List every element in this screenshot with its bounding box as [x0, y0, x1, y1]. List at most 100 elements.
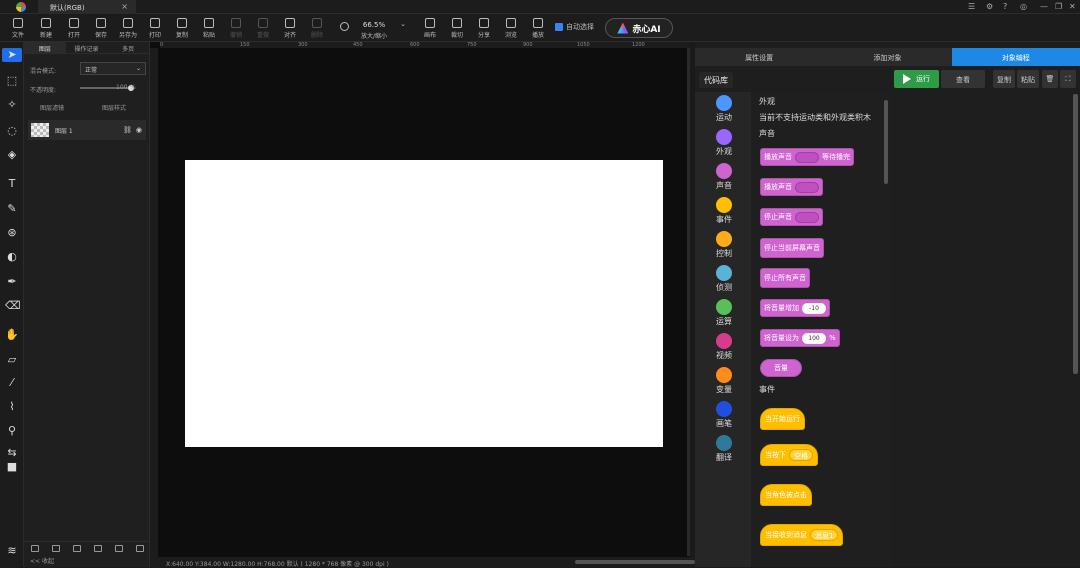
category-motion[interactable]: 运动 — [703, 95, 745, 123]
play-button[interactable]: 播放 — [526, 16, 550, 40]
fx-layer-icon[interactable] — [72, 545, 81, 552]
workspace-scrollbar[interactable] — [1073, 94, 1078, 374]
adjust-layer-icon[interactable] — [30, 545, 39, 552]
settings-icon[interactable]: ⚙ — [986, 2, 993, 11]
healing-tool-icon[interactable]: ⁄ — [5, 376, 19, 390]
event-block-receive-message[interactable]: 当接收到消息 消息1 — [760, 524, 844, 546]
fill-tool-icon[interactable]: ◈ — [5, 148, 19, 162]
copy-button[interactable]: 复制 — [170, 16, 194, 40]
group-layer-icon[interactable] — [114, 545, 123, 552]
sound-reporter-volume[interactable]: 音量 — [760, 359, 802, 377]
swap-colors-icon[interactable]: ⇆ — [5, 446, 19, 460]
paste-button[interactable]: 粘贴 — [197, 16, 221, 40]
code-workspace[interactable] — [891, 92, 1080, 567]
tab-history[interactable]: 操作记录 — [66, 42, 108, 53]
key-dropdown[interactable]: 空格 — [789, 449, 813, 461]
brush-tool-icon[interactable]: ✎ — [5, 202, 19, 216]
sound-dropdown[interactable] — [795, 211, 819, 223]
redo-button[interactable]: 重做 — [251, 16, 275, 40]
code-library-tab[interactable]: 代码库 — [699, 72, 733, 88]
sound-block-stop-all[interactable]: 停止所有声音 — [760, 268, 810, 288]
print-button[interactable]: 打印 — [143, 16, 167, 40]
lasso-tool-icon[interactable]: ◌ — [5, 124, 19, 138]
opacity-value[interactable]: 100 — [116, 84, 127, 91]
ai-button[interactable]: 赤心AI — [605, 18, 673, 38]
move-tool-icon[interactable]: ➤ — [2, 48, 22, 62]
category-control[interactable]: 控制 — [703, 231, 745, 259]
link-icon[interactable]: ⛓ — [123, 126, 132, 134]
help-icon[interactable]: ? — [1003, 2, 1007, 11]
open-button[interactable]: 打开 — [62, 16, 86, 40]
tab-properties[interactable]: 属性设置 — [695, 48, 823, 66]
paste-code-button[interactable]: 粘贴 — [1017, 70, 1039, 88]
pen-tool-icon[interactable]: ✒ — [5, 275, 19, 289]
palette-scrollbar[interactable] — [884, 100, 888, 184]
new-button[interactable]: 新建 — [34, 16, 58, 40]
event-block-sprite-clicked[interactable]: 当角色被点击 — [760, 484, 812, 506]
delete-layer-icon[interactable] — [135, 545, 144, 552]
sound-block-stop-screen[interactable]: 停止当前屏幕声音 — [760, 238, 824, 258]
collapse-panel-button[interactable]: << 收起 — [30, 556, 54, 565]
shape-tool-icon[interactable]: ◐ — [5, 250, 19, 264]
magic-wand-tool-icon[interactable]: ✧ — [5, 98, 19, 112]
file-button[interactable]: 文件 — [6, 16, 30, 40]
align-button[interactable]: 对齐 — [278, 16, 302, 40]
sound-block-play[interactable]: 播放声音 — [760, 178, 823, 196]
fullscreen-icon[interactable]: ⛶ — [1060, 70, 1076, 88]
layers-toggle-icon[interactable]: ≋ — [5, 544, 19, 558]
copy-code-button[interactable]: 复制 — [993, 70, 1015, 88]
category-translate[interactable]: 翻译 — [703, 435, 745, 463]
layer-row[interactable]: 图层 1 ⛓ ◉ — [28, 120, 146, 140]
category-looks[interactable]: 外观 — [703, 129, 745, 157]
menu-icon[interactable]: ☰ — [968, 2, 975, 11]
category-variables[interactable]: 变量 — [703, 367, 745, 395]
message-dropdown[interactable]: 消息1 — [810, 529, 839, 541]
text-tool-icon[interactable]: T — [5, 177, 19, 191]
horizontal-scrollbar[interactable] — [575, 560, 695, 564]
tab-add-object[interactable]: 添加对象 — [823, 48, 951, 66]
sound-dropdown[interactable] — [795, 181, 819, 193]
category-video[interactable]: 视频 — [703, 333, 745, 361]
undo-button[interactable]: 撤销 — [224, 16, 248, 40]
trash-icon[interactable]: 🗑 — [1042, 70, 1058, 88]
browse-button[interactable]: 浏览 — [499, 16, 523, 40]
category-pen[interactable]: 画笔 — [703, 401, 745, 429]
smudge-tool-icon[interactable]: ⌇ — [5, 400, 19, 414]
sound-block-set-volume[interactable]: 将音量设为 100 % — [760, 329, 840, 347]
category-sound[interactable]: 声音 — [703, 163, 745, 191]
delete-button[interactable]: 删除 — [305, 16, 329, 40]
tab-object-programming[interactable]: 对象编程 — [951, 48, 1080, 66]
eyedropper-tool-icon[interactable]: ⚲ — [5, 424, 19, 438]
document-tab[interactable]: 默认(RGB) × — [38, 0, 136, 14]
category-operators[interactable]: 运算 — [703, 299, 745, 327]
close-icon[interactable]: × — [121, 2, 128, 11]
stamp-tool-icon[interactable]: ⊛ — [5, 226, 19, 240]
view-button[interactable]: 查看 — [941, 70, 985, 88]
chevron-down-icon[interactable]: ⌄ — [400, 20, 406, 28]
sound-block-play-until-done[interactable]: 播放声音 等待播完 — [760, 148, 854, 166]
blend-mode-select[interactable]: 正常 ⌄ — [80, 62, 146, 75]
save-as-button[interactable]: 另存为 — [116, 16, 140, 40]
block-value-input[interactable]: 100 — [802, 332, 826, 344]
save-button[interactable]: 保存 — [89, 16, 113, 40]
hand-tool-icon[interactable]: ✋ — [5, 328, 19, 342]
canvas-button[interactable]: 画布 — [418, 16, 442, 40]
sound-block-change-volume[interactable]: 将音量增加 -10 — [760, 299, 830, 317]
tab-layers[interactable]: 图层 — [24, 42, 66, 53]
crop-button[interactable]: 裁切 — [445, 16, 469, 40]
share-button[interactable]: 分享 — [472, 16, 496, 40]
artboard[interactable] — [185, 160, 663, 447]
transform-tool-icon[interactable]: ▱ — [5, 353, 19, 367]
run-button[interactable]: 运行 — [894, 70, 939, 88]
restore-icon[interactable]: ❐ — [1055, 2, 1062, 11]
tab-pages[interactable]: 多页 — [107, 42, 149, 53]
auto-select-checkbox[interactable] — [555, 23, 563, 31]
compass-icon[interactable]: ◎ — [1020, 2, 1027, 11]
zoom-control[interactable]: 66.5% ⌄ 放大/缩小 — [336, 16, 412, 40]
minimize-icon[interactable]: — — [1040, 2, 1048, 11]
sound-dropdown[interactable] — [795, 151, 819, 163]
mask-layer-icon[interactable] — [51, 545, 60, 552]
marquee-tool-icon[interactable]: ⬚ — [5, 74, 19, 88]
category-events[interactable]: 事件 — [703, 197, 745, 225]
eraser-tool-icon[interactable]: ⌫ — [5, 299, 21, 313]
